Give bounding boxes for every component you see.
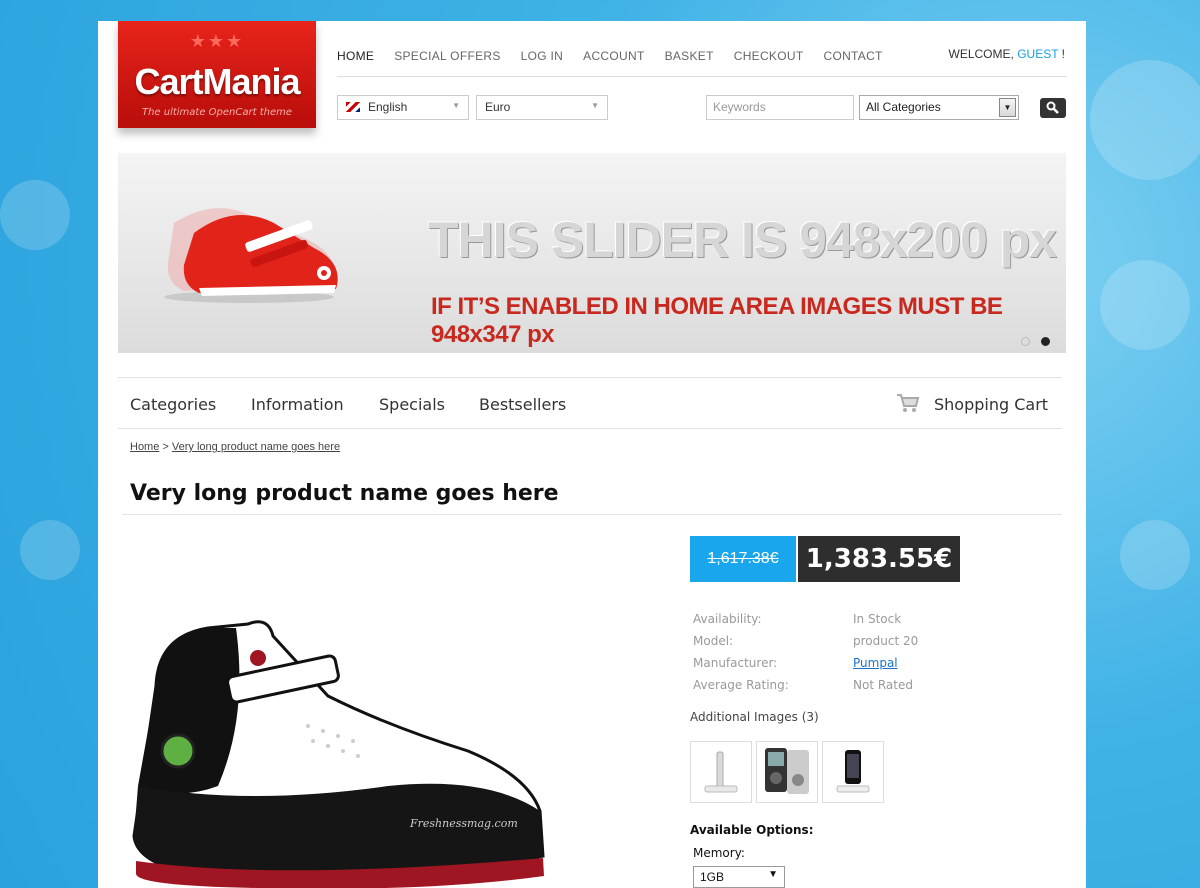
- welcome-suffix: !: [1061, 47, 1065, 61]
- search-icon: [1046, 101, 1059, 114]
- additional-image-thumb[interactable]: [822, 741, 884, 803]
- nav-divider: [337, 76, 1066, 77]
- menu-shopping-cart[interactable]: Shopping Cart: [934, 395, 1048, 414]
- menu-specials[interactable]: Specials: [379, 395, 445, 414]
- nav-contact[interactable]: CONTACT: [823, 49, 882, 63]
- banner-slider[interactable]: THIS SLIDER IS 948x200 px IF IT’S ENABLE…: [118, 153, 1066, 353]
- currency-value: Euro: [485, 100, 511, 114]
- slider-subtitle: IF IT’S ENABLED IN HOME AREA IMAGES MUST…: [431, 293, 1003, 348]
- menu-bestsellers[interactable]: Bestsellers: [479, 395, 566, 414]
- breadcrumb: Home > Very long product name goes here: [130, 441, 340, 453]
- guest-link[interactable]: GUEST: [1017, 47, 1058, 61]
- memory-value: 1GB: [700, 870, 725, 884]
- top-nav: HOME SPECIAL OFFERS LOG IN ACCOUNT BASKE…: [337, 49, 903, 63]
- breadcrumb-home[interactable]: Home: [130, 441, 159, 453]
- detail-value: product 20: [853, 634, 919, 648]
- dock-image: [704, 751, 738, 793]
- language-value: English: [368, 100, 408, 114]
- manufacturer-link[interactable]: Pumpal: [853, 656, 898, 670]
- detail-value: Pumpal: [853, 656, 898, 670]
- logo-name: CartMania: [134, 61, 300, 102]
- nav-special-offers[interactable]: SPECIAL OFFERS: [394, 49, 500, 63]
- logo-stars: ★★★: [189, 31, 245, 52]
- chevron-down-icon: ▼: [591, 101, 599, 110]
- nav-log-in[interactable]: LOG IN: [521, 49, 563, 63]
- current-price: 1,383.55€: [798, 536, 960, 582]
- page-title: Very long product name goes here: [130, 481, 559, 506]
- slider-dot-2[interactable]: [1041, 337, 1050, 346]
- dropdown-arrow-icon[interactable]: ▼: [999, 98, 1016, 117]
- slider-dot-1[interactable]: [1020, 337, 1030, 346]
- detail-label: Average Rating:: [693, 678, 789, 692]
- breadcrumb-separator: >: [162, 441, 169, 453]
- category-select[interactable]: All Categories ▼: [859, 95, 1019, 120]
- detail-value: Not Rated: [853, 678, 913, 692]
- detail-value: In Stock: [853, 612, 902, 626]
- additional-images-heading: Additional Images (3): [690, 710, 819, 724]
- watermark-text: Freshnessmag.com: [409, 817, 518, 830]
- category-value: All Categories: [866, 100, 941, 114]
- menu-categories[interactable]: Categories: [130, 395, 216, 414]
- product-image[interactable]: Freshnessmag.com: [128, 536, 648, 888]
- detail-availability: Availability: In Stock: [693, 612, 901, 626]
- detail-rating: Average Rating: Not Rated: [693, 678, 913, 692]
- detail-label: Availability:: [693, 612, 762, 626]
- nav-account[interactable]: ACCOUNT: [583, 49, 644, 63]
- nav-basket[interactable]: BASKET: [665, 49, 714, 63]
- welcome-message: WELCOME, GUEST !: [949, 47, 1066, 61]
- slider-title: THIS SLIDER IS 948x200 px: [428, 212, 1057, 268]
- nav-checkout[interactable]: CHECKOUT: [734, 49, 804, 63]
- currency-select[interactable]: Euro ▼: [476, 95, 608, 120]
- additional-image-thumb[interactable]: [690, 741, 752, 803]
- chevron-down-icon: ▼: [768, 869, 778, 880]
- search-button[interactable]: [1040, 98, 1066, 118]
- page-container: ★★★ CartMania The ultimate OpenCart them…: [98, 21, 1086, 888]
- available-options-heading: Available Options:: [690, 823, 814, 837]
- detail-model: Model: product 20: [693, 634, 918, 648]
- uk-flag-icon: [346, 102, 360, 112]
- chevron-down-icon: ▼: [452, 101, 460, 110]
- sneaker-image: Freshnessmag.com: [132, 620, 545, 888]
- logo[interactable]: ★★★ CartMania The ultimate OpenCart them…: [118, 21, 316, 128]
- slider-pagination: [1015, 331, 1050, 350]
- additional-image-thumb[interactable]: [756, 741, 818, 803]
- logo-tagline: The ultimate OpenCart theme: [141, 107, 293, 118]
- ipod-image: [765, 748, 809, 794]
- iphone-dock-image: [836, 750, 870, 793]
- welcome-prefix: WELCOME,: [948, 47, 1014, 61]
- detail-label: Manufacturer:: [693, 656, 778, 670]
- memory-select[interactable]: 1GB ▼: [693, 866, 785, 888]
- old-price: 1,617.38€: [690, 536, 796, 582]
- memory-label: Memory:: [693, 846, 745, 860]
- menu-information[interactable]: Information: [251, 395, 344, 414]
- category-menu: Categories Information Specials Bestsell…: [118, 377, 1062, 429]
- nav-home[interactable]: HOME: [337, 49, 374, 63]
- breadcrumb-current[interactable]: Very long product name goes here: [172, 441, 340, 453]
- detail-label: Model:: [693, 634, 734, 648]
- shopping-cart-icon[interactable]: [896, 393, 920, 413]
- title-divider: [122, 514, 1062, 515]
- search-input[interactable]: Keywords: [706, 95, 854, 120]
- detail-manufacturer: Manufacturer: Pumpal: [693, 656, 898, 670]
- red-sneaker-image: [164, 208, 338, 303]
- language-select[interactable]: English ▼: [337, 95, 469, 120]
